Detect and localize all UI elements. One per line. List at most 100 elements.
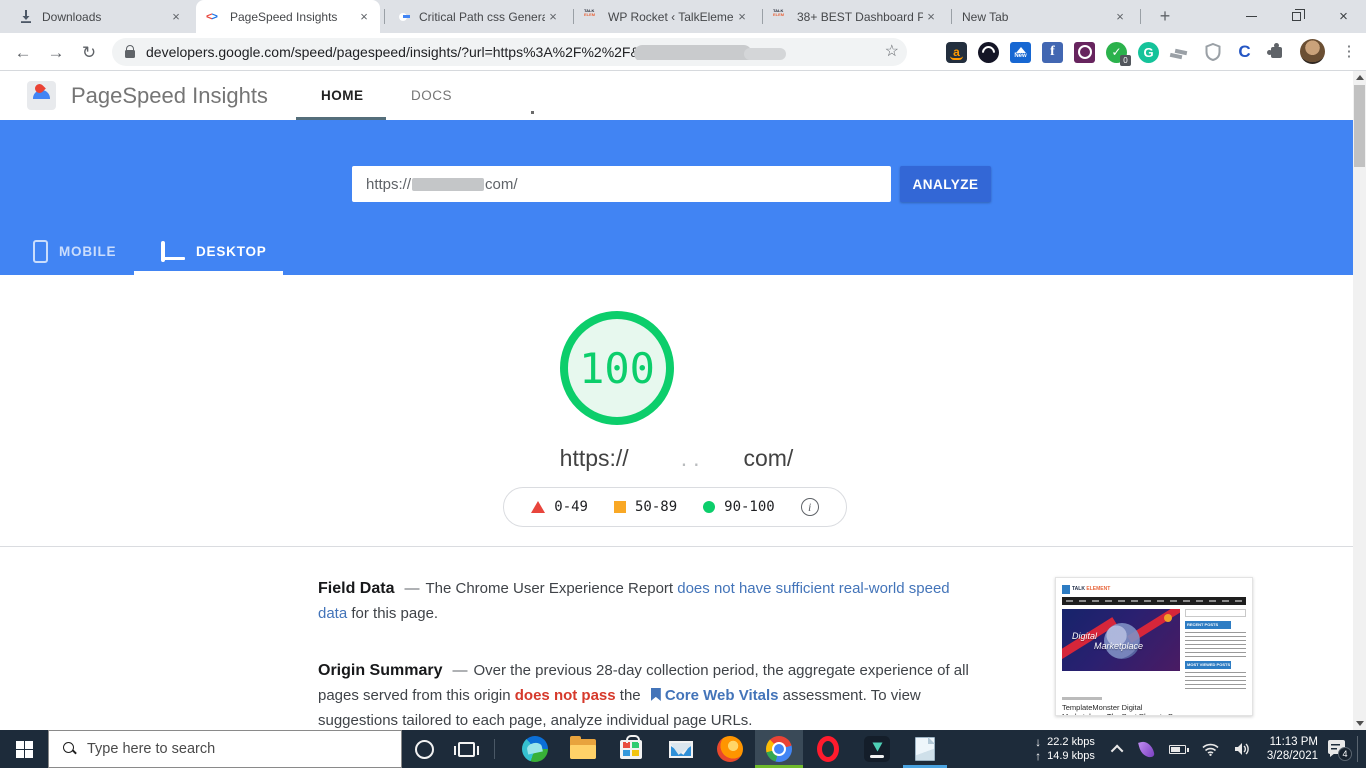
taskbar-clock[interactable]: 11:13 PM 3/28/2021: [1267, 735, 1318, 763]
legend-item-poor: 0-49: [531, 499, 588, 515]
mobile-phone-icon: [33, 240, 48, 263]
taskbar-firefox[interactable]: [706, 730, 754, 768]
amazon-assistant-extension-icon[interactable]: a: [946, 42, 967, 63]
artifact-dot: [531, 111, 534, 114]
feather-tray-icon[interactable]: [1138, 739, 1155, 759]
url-redaction-smudge: [744, 48, 786, 60]
new-badge-extension-icon[interactable]: New: [1010, 42, 1031, 63]
volume-icon[interactable]: [1235, 742, 1251, 756]
nav-docs[interactable]: DOCS: [411, 88, 452, 103]
pagespeed-header: PageSpeed Insights HOME DOCS: [0, 71, 1353, 120]
taskbar-chrome-active[interactable]: [755, 730, 803, 768]
blue-c-extension-icon[interactable]: C: [1234, 42, 1255, 63]
tab-close-icon[interactable]: ×: [1112, 9, 1128, 25]
wifi-icon[interactable]: [1202, 743, 1219, 756]
thumb-sidebar: RECENT POSTS MOST VIEWED POSTS: [1185, 609, 1246, 693]
tab-desktop-label: DESKTOP: [196, 244, 267, 259]
tab-mobile[interactable]: MOBILE: [25, 227, 135, 275]
extensions-puzzle-icon[interactable]: [1266, 42, 1287, 63]
tab-title: Critical Path css Generat: [419, 10, 545, 24]
nav-home[interactable]: HOME: [321, 88, 364, 103]
thumb-nav-bar: [1062, 597, 1246, 605]
taskbar-separator: [494, 739, 495, 759]
browser-tab-pagespeed[interactable]: <> PageSpeed Insights ×: [196, 0, 380, 33]
tab-separator: [384, 9, 385, 24]
green-circle-icon: [703, 501, 715, 513]
purple-extension-icon[interactable]: [1074, 42, 1095, 63]
show-desktop-button[interactable]: [1357, 736, 1358, 762]
scroll-up-arrow[interactable]: [1353, 71, 1366, 84]
origin-summary-heading: Origin Summary: [318, 662, 442, 679]
facebook-extension-icon[interactable]: f: [1042, 42, 1063, 63]
thumb-site-logo: TALK ELEMENT: [1062, 583, 1246, 595]
address-bar[interactable]: developers.google.com/speed/pagespeed/in…: [112, 38, 907, 66]
tab-close-icon[interactable]: ×: [168, 9, 184, 25]
browser-tab-new-tab[interactable]: New Tab ×: [952, 0, 1136, 33]
window-restore-button[interactable]: [1274, 0, 1319, 32]
taskbar-edge[interactable]: [511, 730, 559, 768]
tab-desktop[interactable]: DESKTOP: [134, 227, 283, 275]
url-input[interactable]: https:// com/: [352, 166, 891, 202]
shield-extension-icon[interactable]: [1202, 42, 1223, 63]
browser-menu-icon[interactable]: ⋮: [1340, 40, 1358, 64]
browser-tab-wp-rocket[interactable]: TALKELEM WP Rocket ‹ TalkElemen ×: [574, 0, 758, 33]
taskbar-search-input[interactable]: Type here to search: [48, 730, 402, 768]
tab-close-icon[interactable]: ×: [356, 9, 372, 25]
desktop-screen: Downloads × <> PageSpeed Insights × Crit…: [0, 0, 1366, 768]
taskbar-notepad-active[interactable]: [901, 730, 949, 768]
task-view-button[interactable]: [444, 730, 488, 768]
back-button[interactable]: ←: [10, 40, 36, 66]
core-web-vitals-link[interactable]: Core Web Vitals: [665, 687, 779, 704]
reload-button[interactable]: ↻: [76, 40, 102, 66]
chrome-icon: [766, 736, 792, 762]
address-url: developers.google.com/speed/pagespeed/in…: [146, 44, 897, 60]
action-center-button[interactable]: 4: [1328, 740, 1348, 758]
gray-extension-icon[interactable]: [1170, 42, 1191, 63]
profile-avatar[interactable]: [1300, 39, 1325, 64]
score-section: 100 https://..com/ 0-49 50-89 90-100 i: [0, 275, 1353, 547]
info-icon[interactable]: i: [801, 498, 819, 516]
tray-expand-chevron-icon[interactable]: [1111, 744, 1124, 757]
legend-range: 50-89: [635, 499, 677, 515]
site-safety-extension-icon[interactable]: ✓0: [1106, 42, 1127, 63]
forward-button[interactable]: →: [43, 40, 69, 66]
browser-tab-critical-path[interactable]: Critical Path css Generat ×: [385, 0, 569, 33]
scrollbar-thumb[interactable]: [1354, 85, 1365, 167]
window-minimize-button[interactable]: [1229, 0, 1274, 32]
browser-tab-dashboard[interactable]: TALKELEM 38+ BEST Dashboard PS ×: [763, 0, 947, 33]
analyze-button[interactable]: ANALYZE: [900, 166, 991, 202]
field-data-heading: Field Data: [318, 580, 394, 597]
taskbar-store[interactable]: [607, 730, 655, 768]
tab-close-icon[interactable]: ×: [734, 9, 750, 25]
cortana-button[interactable]: [402, 730, 446, 768]
field-data-paragraph: Field Data—The Chrome User Experience Re…: [318, 576, 981, 626]
battery-icon[interactable]: [1169, 745, 1186, 754]
tab-close-icon[interactable]: ×: [923, 9, 939, 25]
extensions-row: a New f ✓0 G C: [946, 39, 1287, 65]
start-button[interactable]: [0, 730, 48, 768]
taskbar-file-explorer[interactable]: [559, 730, 607, 768]
talkelement-favicon-icon: TALKELEM: [584, 9, 600, 25]
window-close-button[interactable]: ×: [1321, 0, 1366, 32]
taskbar-filmora[interactable]: [853, 730, 901, 768]
lock-icon[interactable]: [124, 45, 136, 59]
pagespeed-logo-icon: [27, 81, 56, 110]
taskbar-mail[interactable]: [657, 730, 705, 768]
thumb-headline: TemplateMonster Digital Marketplace: The…: [1062, 703, 1182, 716]
url-input-prefix: https://: [366, 176, 411, 193]
bookmark-star-icon[interactable]: ☆: [885, 41, 899, 61]
speedtest-extension-icon[interactable]: [978, 42, 999, 63]
browser-tab-downloads[interactable]: Downloads ×: [8, 0, 192, 33]
tab-separator: [1140, 9, 1141, 24]
opera-icon: [817, 736, 839, 762]
new-tab-button[interactable]: +: [1152, 4, 1178, 30]
browser-tab-strip: Downloads × <> PageSpeed Insights × Crit…: [0, 0, 1366, 33]
tab-close-icon[interactable]: ×: [545, 9, 561, 25]
red-triangle-icon: [531, 501, 545, 513]
scroll-down-arrow[interactable]: [1353, 717, 1366, 730]
url-input-suffix: com/: [485, 176, 518, 193]
grammarly-extension-icon[interactable]: G: [1138, 42, 1159, 63]
new-label: New: [1014, 53, 1026, 60]
taskbar-opera[interactable]: [804, 730, 852, 768]
tab-title: 38+ BEST Dashboard PS: [797, 10, 923, 24]
